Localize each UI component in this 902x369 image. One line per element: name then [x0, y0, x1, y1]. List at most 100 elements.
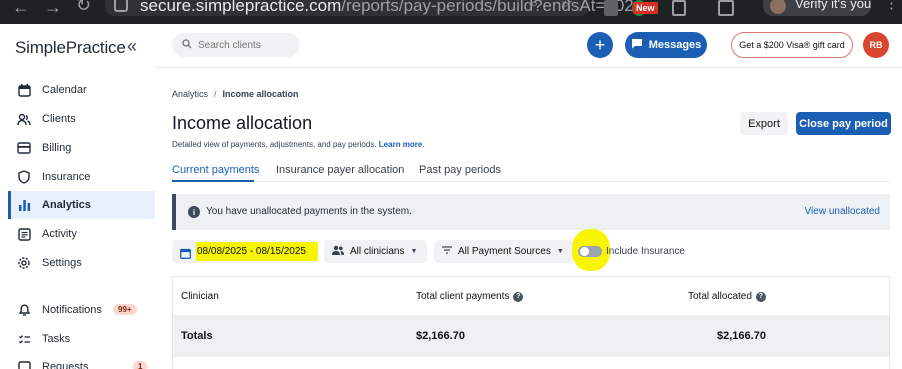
sidebar-item-label: Tasks — [42, 333, 71, 345]
shield-icon — [16, 169, 32, 185]
sidebar-item-label: Clients — [42, 113, 76, 125]
income-table: Clinician Total client payments? Total a… — [172, 276, 890, 369]
sidebar-item-notifications[interactable]: Notifications 99+ — [8, 296, 155, 324]
extension-icon[interactable] — [604, 0, 618, 16]
search-input[interactable] — [198, 39, 288, 51]
header-allocated: Total allocated? — [688, 291, 766, 302]
header-client-payments-label: Total client payments — [416, 291, 510, 302]
sidebar-item-activity[interactable]: Activity — [8, 220, 155, 248]
page-title: Income allocation — [172, 113, 313, 133]
new-badge: New — [633, 2, 658, 14]
payment-sources-filter[interactable]: All Payment Sources ▼ — [434, 240, 573, 263]
back-icon[interactable]: ← — [12, 0, 30, 16]
header-clinician: Clinician — [181, 291, 219, 302]
page-subtitle: Detailed view of payments, adjustments, … — [172, 140, 425, 149]
add-button[interactable]: + — [587, 32, 613, 58]
active-tab-indicator — [172, 180, 254, 182]
gear-icon — [16, 255, 32, 271]
sidebar-item-analytics[interactable]: Analytics — [8, 191, 155, 219]
chevron-down-icon: ▼ — [410, 248, 418, 255]
bookmark-star-icon[interactable]: ☆ — [560, 0, 573, 11]
card-icon — [16, 140, 32, 156]
sidebar-item-billing[interactable]: Billing — [8, 134, 155, 162]
sidebar-item-label: Calendar — [42, 84, 87, 96]
include-insurance-label: Include Insurance — [606, 246, 685, 257]
chat-icon — [631, 38, 643, 52]
sidebar-item-label: Settings — [42, 257, 82, 269]
url-host: secure.simplepractice.com — [140, 0, 342, 15]
sidebar-item-label: Notifications — [42, 304, 102, 316]
tabs-divider — [172, 181, 890, 182]
profile-label: Verify it's you — [795, 0, 872, 11]
app-logo[interactable]: SimplePractice — [15, 38, 126, 58]
totals-label: Totals — [181, 330, 213, 342]
breadcrumb: Analytics / Income allocation — [172, 89, 299, 99]
help-icon[interactable]: ? — [755, 291, 766, 302]
browser-toolbar: ← → ↻ secure.simplepractice.com/reports/… — [0, 0, 902, 24]
forward-icon[interactable]: → — [44, 0, 62, 16]
toggle-knob — [580, 247, 589, 256]
calendar-icon — [16, 82, 32, 98]
users-filter-icon — [332, 245, 344, 258]
notifications-badge: 99+ — [113, 304, 137, 315]
list-icon — [16, 226, 32, 242]
totals-allocated: $2,166.70 — [717, 330, 766, 342]
sidebar-item-label: Requests — [42, 361, 89, 369]
unallocated-alert: i You have unallocated payments in the s… — [172, 194, 890, 230]
date-range-label: 08/08/2025 - 08/15/2025 — [197, 246, 306, 257]
requests-badge: 1 — [133, 361, 148, 369]
header-allocated-label: Total allocated — [688, 291, 752, 302]
sidebar-item-label: Insurance — [42, 171, 91, 183]
gift-card-button[interactable]: Get a $200 Visa® gift card — [731, 32, 853, 58]
site-info-icon[interactable] — [114, 0, 128, 12]
table-row-totals: Totals $2,166.70 $2,166.70 — [173, 315, 889, 357]
tab-insurance-payer-allocation[interactable]: Insurance payer allocation — [276, 164, 404, 182]
export-button[interactable]: Export — [740, 112, 788, 135]
sidebar-item-requests[interactable]: Requests 1 — [8, 353, 155, 369]
sidebar-item-clients[interactable]: Clients — [8, 105, 155, 133]
page-subtitle-end: . — [422, 140, 425, 149]
totals-client-payments: $2,166.70 — [416, 330, 465, 342]
puzzle-icon[interactable] — [672, 0, 686, 16]
info-icon: i — [188, 206, 200, 218]
breadcrumb-current: Income allocation — [222, 89, 299, 99]
chevron-down-icon: ▼ — [556, 248, 564, 255]
messages-button[interactable]: Messages — [625, 32, 707, 58]
sidebar-item-tasks[interactable]: Tasks — [8, 325, 155, 353]
help-icon[interactable]: ? — [513, 291, 524, 302]
view-unallocated-link[interactable]: View unallocated — [805, 206, 880, 217]
header-client-payments: Total client payments? — [416, 291, 524, 302]
close-pay-period-button[interactable]: Close pay period — [796, 112, 891, 135]
clinicians-filter[interactable]: All clinicians ▼ — [324, 240, 427, 263]
breadcrumb-separator: / — [214, 89, 217, 99]
sidebar-item-calendar[interactable]: Calendar — [8, 76, 155, 104]
users-icon — [16, 111, 32, 127]
alert-text: You have unallocated payments in the sys… — [206, 206, 412, 217]
filter-lines-icon — [442, 246, 452, 257]
inbox-icon — [16, 359, 32, 369]
kebab-menu-icon[interactable]: ⋮ — [884, 0, 899, 11]
search-bar[interactable] — [172, 33, 300, 57]
breadcrumb-analytics-link[interactable]: Analytics — [172, 89, 208, 99]
zoom-icon[interactable]: ⌕ — [530, 0, 538, 11]
page-subtitle-text: Detailed view of payments, adjustments, … — [172, 140, 377, 149]
search-icon — [182, 38, 192, 52]
clinicians-label: All clinicians — [350, 246, 405, 257]
check-icon — [16, 331, 32, 347]
calendar-small-icon — [180, 246, 191, 264]
sidebar-item-insurance[interactable]: Insurance — [8, 163, 155, 191]
sidebar-item-settings[interactable]: Settings — [8, 249, 155, 277]
header-divider — [155, 67, 902, 68]
payment-sources-label: All Payment Sources — [458, 246, 551, 257]
learn-more-link[interactable]: Learn more — [379, 140, 423, 149]
chevrons-left-icon[interactable]: « — [127, 36, 137, 57]
header-clinician-label: Clinician — [181, 291, 219, 302]
sidebar-item-label: Analytics — [42, 199, 91, 211]
lens-icon[interactable] — [718, 0, 734, 16]
tab-past-pay-periods[interactable]: Past pay periods — [419, 164, 501, 182]
user-avatar[interactable]: RB — [863, 32, 889, 58]
reload-icon[interactable]: ↻ — [76, 0, 91, 14]
bar-chart-icon — [16, 197, 32, 213]
bell-icon — [16, 302, 32, 318]
messages-label: Messages — [648, 39, 702, 51]
